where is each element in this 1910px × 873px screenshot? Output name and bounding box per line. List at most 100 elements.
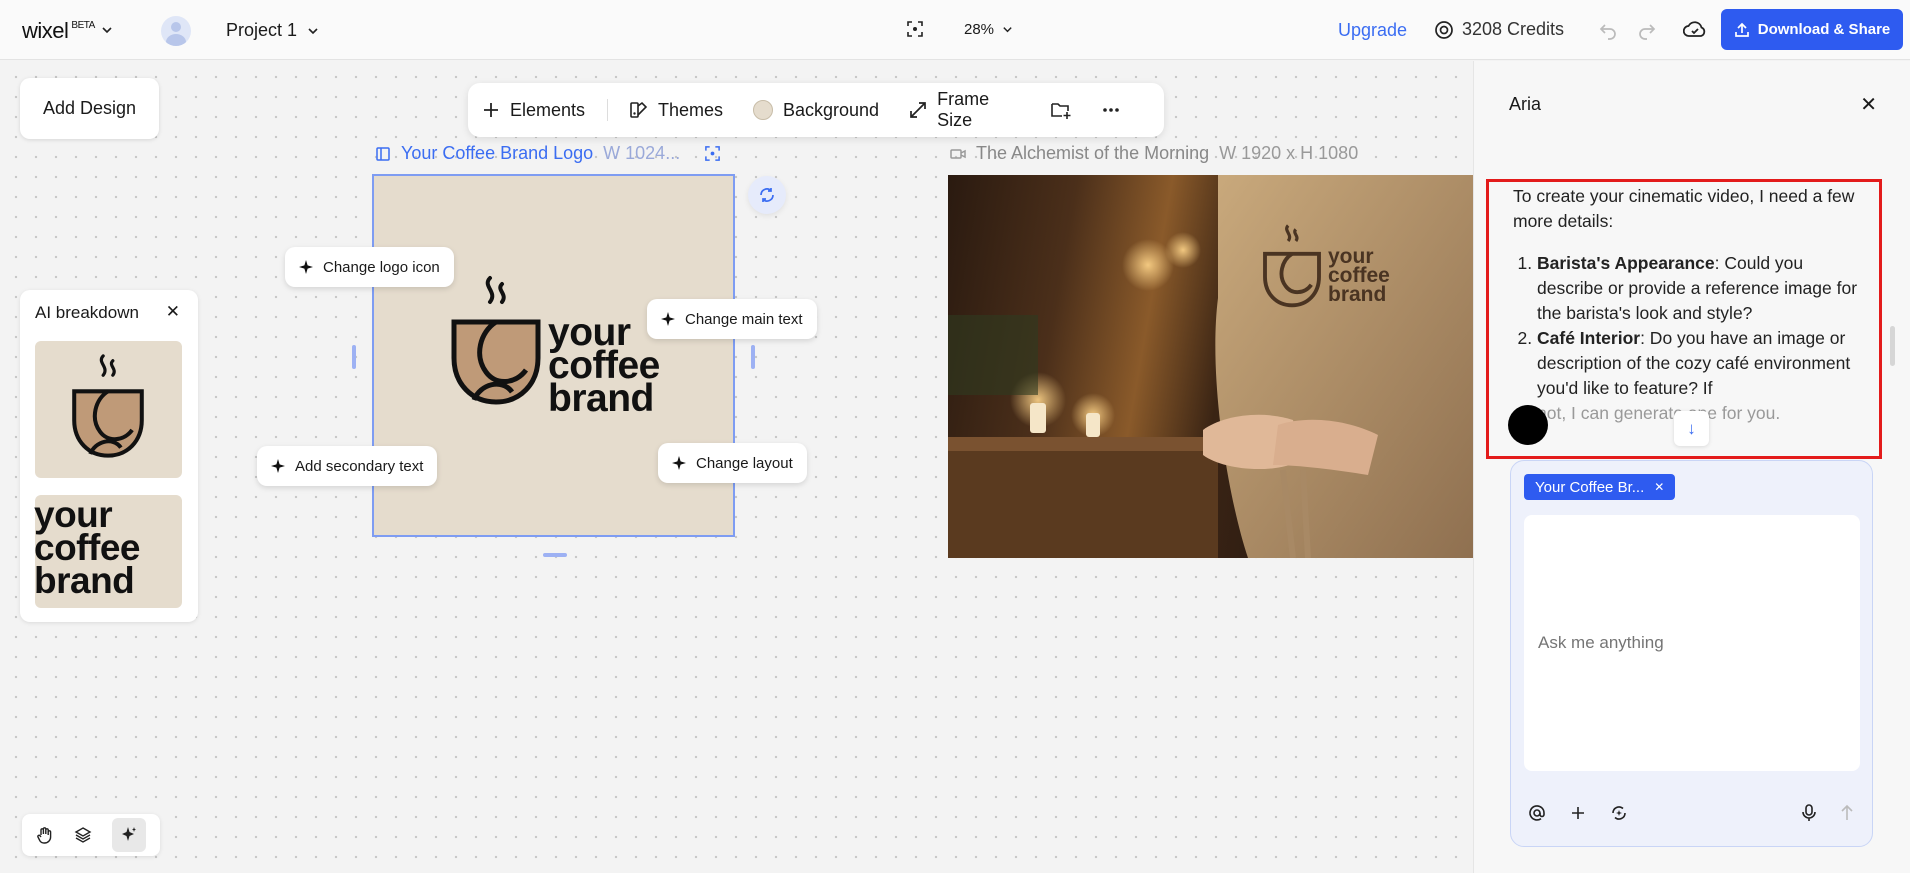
message-body: To create your cinematic video, I need a… — [1513, 184, 1873, 426]
frame-size-button[interactable]: Frame Size — [909, 89, 1020, 131]
cursor-indicator — [1508, 405, 1548, 445]
video-frame[interactable]: your coffee brand — [948, 175, 1473, 558]
frame-size-label: Frame Size — [937, 89, 990, 130]
ai-breakdown-panel: AI breakdown ✕ your coffee brand — [20, 290, 198, 622]
layers-icon[interactable] — [74, 826, 92, 844]
frame-dimensions: W 1920 x H 1080 — [1219, 143, 1359, 163]
compose-box: Your Coffee Br... ✕ — [1510, 460, 1873, 847]
cloud-icon[interactable] — [1683, 19, 1707, 41]
background-color-swatch — [753, 100, 773, 120]
add-design-label: Add Design — [42, 98, 137, 118]
themes-button[interactable]: Themes — [628, 100, 723, 121]
change-logo-icon-chip[interactable]: Change logo icon — [285, 247, 454, 287]
ai-breakdown-title: AI breakdown — [35, 303, 139, 322]
close-icon[interactable]: ✕ — [1654, 480, 1664, 494]
send-icon[interactable] — [1839, 804, 1855, 822]
frame-label-video[interactable]: The Alchemist of the Morning W 1920 x H … — [950, 143, 1358, 164]
change-main-text-chip[interactable]: Change main text — [647, 299, 817, 339]
chat-input[interactable] — [1524, 515, 1860, 771]
apron-brand-text: your coffee brand — [1328, 246, 1390, 306]
coffee-cup-logo-icon — [451, 276, 541, 405]
resize-handle-bottom[interactable] — [543, 553, 567, 557]
zoom-level: 28% — [964, 20, 995, 38]
avatar[interactable] — [161, 16, 191, 46]
close-icon[interactable]: ✕ — [1860, 92, 1877, 117]
breakdown-logo-icon-tile[interactable] — [35, 341, 182, 478]
app-logo-menu[interactable]: wixel BETA — [22, 18, 113, 44]
elements-button[interactable]: Elements — [482, 100, 585, 121]
undo-icon[interactable] — [1598, 20, 1618, 40]
regenerate-icon[interactable] — [748, 176, 786, 214]
more-icon[interactable] — [1102, 107, 1120, 113]
chip-label: Change layout — [696, 454, 793, 472]
resize-handle-left[interactable] — [352, 345, 356, 369]
frame-title: Your Coffee Brand Logo — [401, 143, 594, 163]
credits-icon — [1434, 20, 1454, 40]
message-intro: To create your cinematic video, I need a… — [1513, 186, 1855, 231]
redo-icon[interactable] — [1637, 20, 1657, 40]
folder-add-icon[interactable] — [1050, 100, 1072, 120]
plus-icon — [482, 101, 500, 119]
at-icon[interactable] — [1528, 804, 1546, 822]
chip-label: Add secondary text — [295, 457, 424, 475]
upload-icon — [1734, 22, 1750, 38]
credits-label: 3208 Credits — [1462, 19, 1565, 39]
frame-label-logo[interactable]: Your Coffee Brand Logo W 1024... — [375, 143, 721, 164]
message-list: Barista's Appearance: Could you describe… — [1513, 251, 1873, 401]
close-icon[interactable]: ✕ — [166, 302, 180, 322]
chevron-down-icon — [101, 24, 113, 36]
download-share-button[interactable]: Download & Share — [1721, 9, 1903, 50]
sparkle-icon — [672, 456, 686, 470]
scrollbar[interactable] — [1890, 326, 1895, 366]
background-button[interactable]: Background — [753, 100, 879, 121]
beta-badge: BETA — [71, 20, 95, 31]
change-layout-chip[interactable]: Change layout — [658, 443, 807, 483]
brand-text: your coffee brand — [548, 313, 660, 420]
hand-icon[interactable] — [36, 826, 54, 844]
toolbar-divider — [607, 99, 608, 121]
video-icon — [950, 147, 966, 161]
panel-title: Aria — [1509, 94, 1542, 114]
themes-label: Themes — [657, 99, 723, 120]
background-label: Background — [783, 99, 880, 120]
breakdown-text: your coffee brand — [34, 496, 140, 601]
item-heading: Café Interior — [1537, 328, 1641, 348]
arrow-down-icon[interactable]: ↓ — [1674, 411, 1709, 446]
list-item: Barista's Appearance: Could you describe… — [1537, 251, 1873, 326]
mic-icon[interactable] — [1801, 804, 1817, 822]
project-selector[interactable]: Project 1 — [226, 20, 319, 41]
download-share-label: Download & Share — [1757, 21, 1891, 38]
apron-logo-icon — [1263, 224, 1321, 308]
focus-icon[interactable] — [906, 20, 924, 38]
chevron-down-icon — [1002, 24, 1013, 35]
image-frame-icon — [375, 146, 391, 162]
barista-scene-image — [948, 175, 1473, 558]
app-name: wixel — [22, 18, 69, 43]
credits-display[interactable]: 3208 Credits — [1434, 19, 1564, 40]
frame-title: The Alchemist of the Morning — [976, 143, 1210, 163]
add-secondary-text-chip[interactable]: Add secondary text — [257, 446, 438, 486]
canvas-tools — [22, 814, 160, 856]
expand-icon — [909, 101, 927, 119]
chevron-down-icon — [307, 25, 319, 37]
attached-frame-tag[interactable]: Your Coffee Br... ✕ — [1524, 474, 1676, 500]
breakdown-line-3: brand — [34, 560, 135, 601]
ai-icon[interactable] — [112, 818, 146, 852]
list-item: Café Interior: Do you have an image or d… — [1537, 326, 1873, 401]
focus-icon[interactable] — [704, 145, 721, 162]
frame-dimensions: W 1024... — [603, 143, 681, 163]
sparkle-icon — [271, 459, 285, 473]
project-name: Project 1 — [226, 20, 298, 40]
enhance-icon[interactable] — [1610, 804, 1628, 822]
chip-label: Change main text — [685, 310, 803, 328]
zoom-dropdown[interactable]: 28% — [964, 21, 1013, 38]
themes-icon — [628, 100, 648, 120]
elements-label: Elements — [510, 99, 586, 120]
apron-line-3: brand — [1328, 283, 1387, 306]
resize-handle-right[interactable] — [751, 345, 755, 369]
add-design-button[interactable]: Add Design — [20, 78, 159, 139]
plus-icon[interactable] — [1570, 805, 1586, 821]
upgrade-link[interactable]: Upgrade — [1338, 20, 1407, 41]
brand-line-3: brand — [548, 377, 654, 420]
top-bar: wixel BETA Project 1 28% Upgrade 3208 Cr… — [0, 0, 1910, 60]
